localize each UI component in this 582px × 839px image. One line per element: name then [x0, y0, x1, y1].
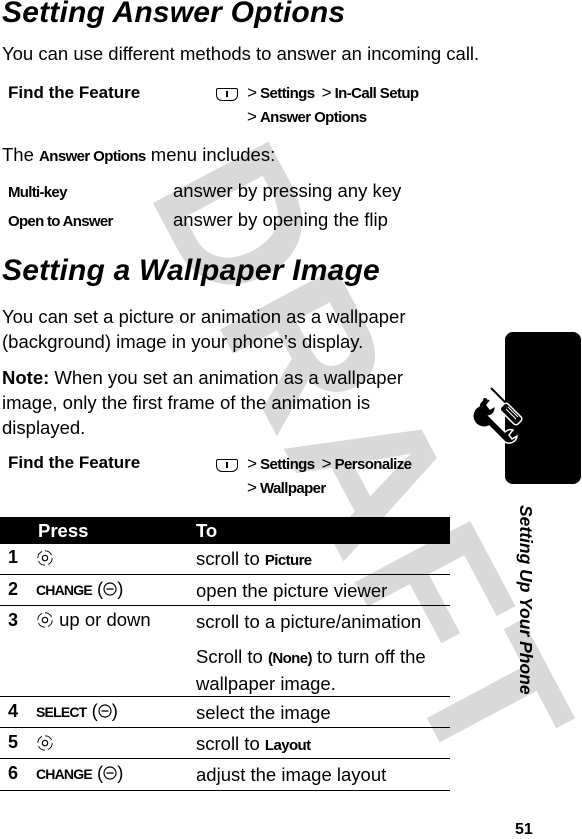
press-cell: [36, 547, 54, 569]
to-menu-item: Layout: [264, 737, 311, 754]
note-text: When you set an animation as a wallpaper…: [2, 367, 404, 438]
option-row-multi-key: Multi-key answer by pressing any key: [8, 180, 401, 202]
step-number: 1: [8, 547, 19, 567]
to-menu-item: Picture: [264, 552, 312, 569]
steps-table: Press To 1 scroll to Picture 2 CHANGE ()…: [0, 517, 450, 791]
header-press: Press: [38, 520, 89, 541]
path-item-settings[interactable]: Settings: [260, 85, 315, 102]
page-number: 51: [515, 821, 533, 838]
option-term: Multi-key: [8, 184, 67, 201]
step-number: 6: [8, 763, 19, 783]
menu-intro-suffix: menu includes:: [150, 144, 276, 165]
find-feature-path-answer: > Settings > In-Call Setup > Answer Options: [216, 81, 419, 129]
path-item-settings[interactable]: Settings: [260, 456, 315, 473]
step-number: 3: [8, 610, 19, 630]
section-title-answer-options: Setting Answer Options: [2, 0, 346, 29]
path-item-answer-options[interactable]: Answer Options: [260, 109, 367, 126]
to-cell: select the image: [196, 702, 331, 723]
to-note-prefix: Scroll to: [196, 646, 263, 667]
menu-key-icon: [216, 87, 238, 101]
find-feature-label: Find the Feature: [8, 453, 141, 472]
to-cell: scroll to Layout: [196, 731, 446, 758]
nav-key-icon: [37, 612, 53, 628]
nav-key-icon: [37, 550, 53, 566]
table-row: 5 scroll to Layout: [0, 728, 450, 759]
softkey-label: CHANGE: [36, 582, 93, 598]
menu-intro-prefix: The: [2, 144, 34, 165]
step-number: 5: [8, 732, 19, 752]
option-row-open-to-answer: Open to Answer answer by opening the flip: [8, 209, 388, 231]
path-item-wallpaper[interactable]: Wallpaper: [260, 480, 326, 497]
option-desc: answer by opening the flip: [173, 209, 388, 230]
to-cell: scroll to Picture: [196, 546, 446, 573]
find-feature-path-wallpaper: > Settings > Personalize > Wallpaper: [216, 452, 412, 500]
path-item-personalize[interactable]: Personalize: [335, 456, 412, 473]
option-desc: answer by pressing any key: [173, 180, 402, 201]
to-text: scroll to a picture/animation: [196, 611, 422, 632]
table-row: 3 up or down scroll to a picture/animati…: [0, 606, 450, 697]
table-row: 2 CHANGE () open the picture viewer: [0, 575, 450, 606]
step-number: 4: [8, 701, 19, 721]
softkey-label: SELECT: [36, 704, 87, 720]
to-note: Scroll to (None) to turn off the wallpap…: [196, 644, 446, 696]
press-cell: [36, 732, 54, 754]
soft-key-minus-icon: [98, 704, 112, 718]
header-to: To: [196, 520, 218, 541]
softkey-label: CHANGE: [36, 766, 93, 782]
chapter-label: Setting Up Your Phone: [514, 505, 536, 715]
section-title-wallpaper: Setting a Wallpaper Image: [2, 254, 380, 287]
press-cell: CHANGE (): [36, 578, 124, 599]
menu-key-icon: [216, 458, 238, 472]
to-cell: adjust the image layout: [196, 764, 387, 785]
nav-key-icon: [37, 735, 53, 751]
chapter-label-text: Setting Up Your Phone: [516, 505, 536, 695]
find-feature-label: Find the Feature: [8, 83, 141, 102]
table-row: 1 scroll to Picture: [0, 544, 450, 575]
to-note-menu-item: (None): [267, 650, 312, 667]
tools-icon: [473, 387, 523, 444]
step-number: 2: [8, 579, 19, 599]
menu-includes-text: The Answer Options menu includes:: [2, 142, 422, 169]
wallpaper-intro: You can set a picture or animation as a …: [2, 306, 406, 352]
to-cell: open the picture viewer: [196, 580, 388, 601]
press-cell: CHANGE (): [36, 762, 124, 783]
to-text: scroll to: [196, 733, 260, 754]
option-term: Open to Answer: [8, 213, 113, 230]
note-label: Note:: [2, 367, 50, 388]
soft-key-minus-icon: [103, 766, 117, 780]
wallpaper-note: Note: When you set an animation as a wal…: [2, 365, 414, 440]
answer-options-intro: You can use different methods to answer …: [2, 43, 480, 64]
to-text: scroll to: [196, 548, 260, 569]
table-header: Press To: [0, 517, 450, 544]
table-row: 4 SELECT () select the image: [0, 697, 450, 728]
soft-key-minus-icon: [103, 582, 117, 596]
press-cell: SELECT (): [36, 700, 118, 721]
press-cell: up or down: [36, 609, 151, 631]
press-text: up or down: [59, 609, 151, 630]
menu-intro-name: Answer Options: [39, 148, 146, 165]
path-item-in-call-setup[interactable]: In-Call Setup: [335, 85, 419, 102]
to-cell: scroll to a picture/animation Scroll to …: [196, 609, 446, 696]
table-row: 6 CHANGE () adjust the image layout: [0, 759, 450, 791]
